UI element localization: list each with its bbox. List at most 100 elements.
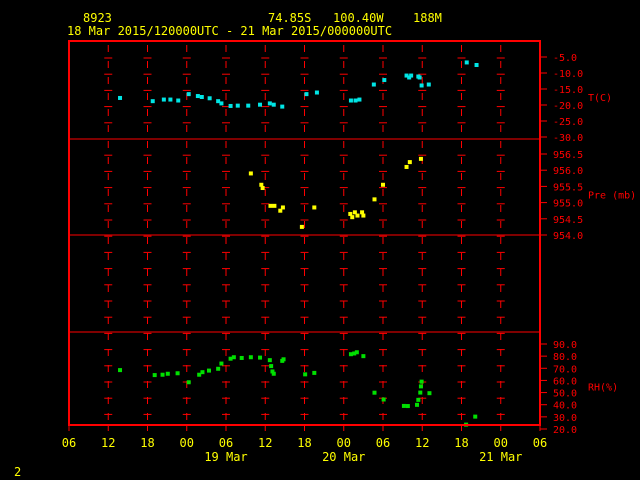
temperature-data-point bbox=[168, 97, 173, 102]
temperature-data-point bbox=[474, 63, 479, 67]
temperature-data-point bbox=[371, 82, 376, 87]
x-tick-label: 18 bbox=[297, 436, 311, 450]
humidity-data-point bbox=[200, 370, 205, 375]
humidity-data-point bbox=[418, 390, 423, 395]
temperature-data-point bbox=[161, 97, 166, 102]
temperature-data-point bbox=[150, 99, 155, 104]
humidity-data-point bbox=[354, 350, 359, 355]
temperature-data-point bbox=[304, 92, 309, 97]
humidity-data-point bbox=[248, 355, 253, 360]
temperature-y-tick-label: -15.0 bbox=[553, 85, 583, 96]
x-tick-label: 00 bbox=[337, 436, 351, 450]
date-label: 19 Mar bbox=[204, 450, 247, 464]
temperature-y-tick-label: -5.0 bbox=[553, 53, 577, 64]
x-tick-label: 12 bbox=[415, 436, 429, 450]
temperature-data-point bbox=[357, 97, 362, 102]
temperature-data-point bbox=[353, 98, 358, 103]
x-tick-label: 00 bbox=[180, 436, 194, 450]
temperature-y-tick-label: -20.0 bbox=[553, 101, 583, 112]
temperature-data-point bbox=[280, 104, 285, 109]
pressure-data-point bbox=[418, 156, 423, 161]
humidity-data-point bbox=[303, 372, 308, 377]
temperature-data-point bbox=[409, 73, 414, 78]
humidity-y-tick-label: 20.0 bbox=[553, 425, 577, 436]
x-tick-label: 18 bbox=[454, 436, 468, 450]
pressure-data-point bbox=[280, 205, 285, 210]
humidity-data-point bbox=[186, 380, 191, 385]
temperature-data-point bbox=[186, 92, 191, 97]
humidity-data-point bbox=[206, 368, 211, 373]
station-longitude: 100.40W bbox=[333, 11, 384, 25]
x-tick-label: 18 bbox=[140, 436, 154, 450]
station-latitude: 74.85S bbox=[268, 11, 311, 25]
humidity-data-point bbox=[239, 355, 244, 360]
temperature-data-point bbox=[314, 90, 319, 95]
temperature-data-point bbox=[419, 83, 424, 88]
pressure-data-point bbox=[268, 203, 273, 208]
x-tick-label: 12 bbox=[258, 436, 272, 450]
temperature-data-point bbox=[417, 75, 422, 80]
temperature-y-tick-label: -10.0 bbox=[553, 69, 583, 80]
pressure-data-point bbox=[248, 171, 253, 176]
x-tick-label: 06 bbox=[219, 436, 233, 450]
meteogram-chart: 8923 74.85S 100.40W 188M 18 Mar 2015/120… bbox=[0, 0, 640, 480]
pressure-data-point bbox=[355, 213, 360, 218]
temperature-y-tick-label: -25.0 bbox=[553, 117, 583, 128]
pressure-y-tick-label: 955.0 bbox=[553, 199, 583, 210]
pressure-axis-label: Pre (mb) bbox=[588, 191, 636, 202]
pressure-data-point bbox=[350, 215, 355, 220]
x-tick-label: 00 bbox=[494, 436, 508, 450]
humidity-data-point bbox=[160, 372, 165, 377]
pressure-data-point bbox=[372, 197, 377, 202]
humidity-data-point bbox=[269, 364, 274, 369]
pressure-y-tick-label: 956.0 bbox=[553, 166, 583, 177]
temperature-data-point bbox=[235, 103, 240, 108]
humidity-data-point bbox=[175, 371, 180, 376]
humidity-data-point bbox=[231, 355, 236, 360]
humidity-data-point bbox=[216, 366, 221, 371]
pressure-y-tick-label: 955.5 bbox=[553, 182, 583, 193]
chart-background bbox=[0, 0, 640, 480]
humidity-data-point bbox=[372, 390, 377, 395]
humidity-data-point bbox=[419, 379, 424, 384]
humidity-axis-label: RH(%) bbox=[588, 383, 618, 394]
temperature-data-point bbox=[267, 101, 272, 106]
temperature-data-point bbox=[176, 98, 181, 103]
humidity-y-tick-label: 90.0 bbox=[553, 340, 577, 351]
pressure-data-point bbox=[381, 182, 385, 187]
pressure-y-tick-label: 954.0 bbox=[553, 231, 583, 242]
temperature-data-point bbox=[271, 102, 276, 107]
humidity-data-point bbox=[473, 414, 478, 419]
humidity-data-point bbox=[152, 373, 157, 378]
date-label: 20 Mar bbox=[322, 450, 365, 464]
humidity-data-point bbox=[258, 355, 263, 360]
humidity-data-point bbox=[281, 357, 286, 362]
humidity-y-tick-label: 80.0 bbox=[553, 352, 577, 363]
humidity-data-point bbox=[361, 354, 366, 359]
pressure-y-tick-label: 956.5 bbox=[553, 150, 583, 161]
pressure-data-point bbox=[260, 186, 265, 191]
temperature-data-point bbox=[464, 60, 469, 65]
humidity-data-point bbox=[312, 370, 317, 375]
humidity-y-tick-label: 70.0 bbox=[553, 364, 577, 375]
humidity-y-tick-label: 50.0 bbox=[553, 389, 577, 400]
humidity-data-point bbox=[271, 371, 276, 376]
temperature-data-point bbox=[118, 95, 123, 100]
pressure-data-point bbox=[272, 203, 277, 208]
pressure-data-point bbox=[361, 213, 366, 218]
temperature-data-point bbox=[426, 82, 431, 87]
humidity-data-point bbox=[401, 403, 406, 408]
humidity-data-point bbox=[219, 361, 224, 366]
humidity-data-point bbox=[416, 397, 421, 402]
humidity-data-point bbox=[405, 404, 410, 409]
pressure-data-point bbox=[407, 160, 412, 165]
humidity-data-point bbox=[427, 391, 432, 396]
temperature-data-point bbox=[348, 98, 353, 103]
temperature-y-tick-label: -30.0 bbox=[553, 133, 583, 144]
humidity-data-point bbox=[118, 368, 123, 373]
x-tick-label: 12 bbox=[101, 436, 115, 450]
temperature-data-point bbox=[228, 103, 233, 108]
humidity-data-point bbox=[415, 402, 420, 407]
pressure-y-tick-label: 954.5 bbox=[553, 215, 583, 226]
station-id: 8923 bbox=[83, 11, 112, 25]
